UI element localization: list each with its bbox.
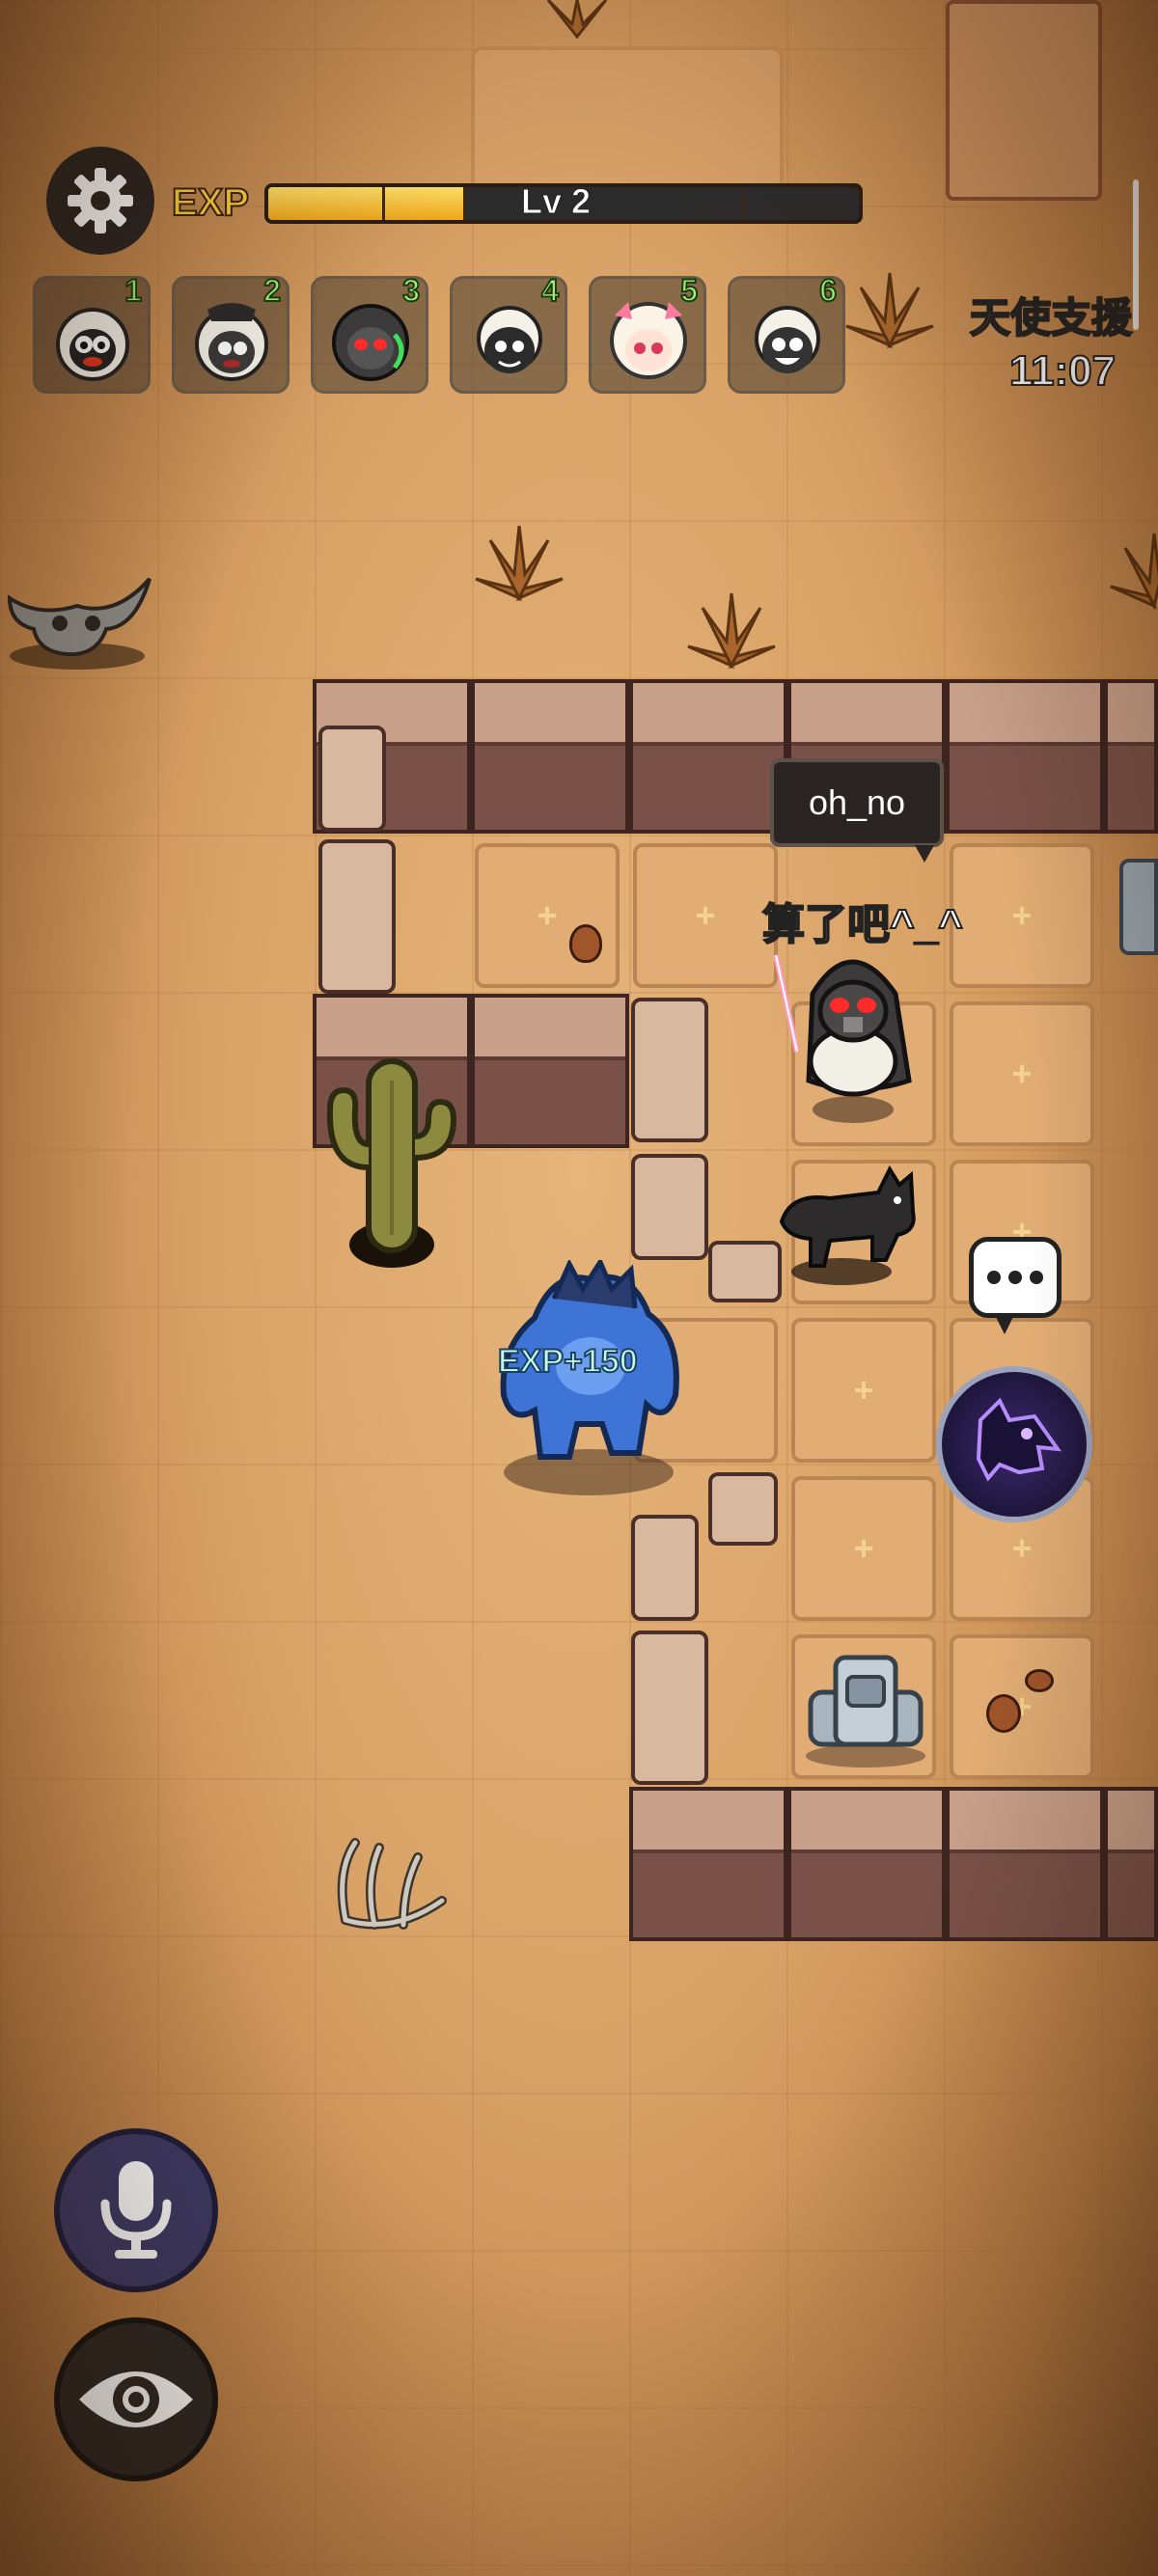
- exp-bar-fill: [268, 187, 463, 220]
- slot-number: 6: [818, 272, 838, 309]
- wall-block: [471, 994, 629, 1148]
- exp-bar-divider: [741, 187, 744, 220]
- wall-stone: [318, 726, 386, 832]
- angel-support-title: 天使支援: [969, 294, 1133, 342]
- player-slot-3[interactable]: 3: [311, 272, 428, 394]
- top-floor-tiles: [471, 46, 784, 201]
- exp-bar-divider: [463, 187, 466, 220]
- angel-support-timer: 11:07: [1008, 346, 1117, 396]
- masked-sheep-avatar: [195, 303, 268, 381]
- dot: [1008, 1271, 1022, 1284]
- build-tile[interactable]: +: [950, 1634, 1094, 1779]
- wall-block: [1104, 679, 1158, 834]
- microphone-icon: [100, 2161, 172, 2259]
- pink-sheep-avatar: [610, 302, 687, 379]
- wall-block: [946, 679, 1104, 834]
- player-slot-5[interactable]: 5: [589, 272, 706, 394]
- dry-plant-decoration: [687, 592, 776, 670]
- level-label: Lv 2: [520, 181, 592, 222]
- eye-icon: [79, 2371, 193, 2427]
- skull-decoration: [7, 577, 152, 670]
- wall-stone: [631, 1631, 708, 1785]
- build-tile[interactable]: +: [791, 1476, 936, 1621]
- plus-icon: +: [1011, 895, 1033, 935]
- cactus: [326, 1058, 457, 1268]
- dot: [1030, 1271, 1043, 1284]
- dot: [987, 1271, 1001, 1284]
- exp-label: EXP: [171, 180, 250, 225]
- slot-number: 2: [262, 272, 282, 309]
- dry-plant-decoration: [1110, 533, 1158, 611]
- build-tile[interactable]: +: [950, 843, 1094, 988]
- plus-icon: +: [695, 895, 716, 935]
- wall-block: [946, 1787, 1104, 1941]
- scrollbar[interactable]: [1133, 179, 1139, 330]
- slot-number: 1: [124, 272, 143, 309]
- pebble-decoration: [1025, 1669, 1054, 1692]
- slot-number: 4: [540, 272, 560, 309]
- black-wolf-character: [779, 1165, 916, 1285]
- wall-stone: [318, 839, 396, 994]
- plus-icon: +: [537, 895, 558, 935]
- plus-icon: +: [1011, 1054, 1033, 1093]
- dry-plant-decoration: [845, 272, 934, 349]
- settings-button[interactable]: [46, 147, 154, 255]
- pebble-decoration: [986, 1694, 1021, 1733]
- wall-stone: [708, 1241, 782, 1302]
- slot-number: 5: [679, 272, 699, 309]
- wall-block: [629, 1787, 787, 1941]
- wall-stone: [631, 1154, 708, 1260]
- blue-werewolf-character: [500, 1260, 679, 1495]
- tower-partial: [1119, 859, 1158, 955]
- build-tile[interactable]: +: [950, 1001, 1094, 1146]
- top-right-floor: [946, 0, 1102, 201]
- slot-number: 3: [401, 272, 421, 309]
- player-slot-6[interactable]: 6: [728, 272, 845, 394]
- player-slot-4[interactable]: 4: [450, 272, 567, 394]
- reaper-sheep-character: [773, 954, 912, 1123]
- plus-icon: +: [1011, 1528, 1033, 1568]
- exp-gain-text: EXP+150: [497, 1342, 639, 1381]
- player-slot-2[interactable]: 2: [172, 272, 290, 394]
- wall-block: [471, 679, 629, 834]
- wall-stone: [631, 1515, 699, 1621]
- stone-tower: [806, 1655, 925, 1768]
- wall-stone: [631, 998, 708, 1142]
- gear-icon: [68, 168, 133, 233]
- wall-stone: [708, 1472, 778, 1546]
- white-sheep-avatar: [56, 308, 129, 381]
- bones-decoration: [337, 1838, 447, 1930]
- wolf-skill-button[interactable]: [936, 1366, 1092, 1522]
- pebble-decoration: [569, 924, 602, 963]
- wall-block: [629, 679, 787, 834]
- player-speech: 算了吧^_^: [761, 900, 964, 949]
- build-tile[interactable]: +: [475, 843, 620, 988]
- player-slot-1[interactable]: 1: [33, 272, 151, 394]
- reaper-sheep-avatar: [332, 304, 409, 381]
- view-button[interactable]: [54, 2317, 218, 2481]
- wolf-skill-icon: [976, 1397, 1062, 1482]
- wall-block: [1104, 1787, 1158, 1941]
- plus-icon: +: [853, 1528, 874, 1568]
- plus-icon: +: [853, 1370, 874, 1410]
- build-tile[interactable]: +: [633, 843, 778, 988]
- black-sheep-avatar: [477, 306, 542, 373]
- microphone-button[interactable]: [54, 2128, 218, 2292]
- grey-sheep-avatar: [755, 306, 820, 373]
- dry-plant-decoration: [475, 525, 564, 602]
- exp-bar-divider: [382, 187, 385, 220]
- wall-block: [787, 1787, 946, 1941]
- dry-plant-decoration: [546, 0, 608, 39]
- chat-bubble-icon[interactable]: [969, 1237, 1062, 1334]
- build-tile[interactable]: +: [791, 1318, 936, 1463]
- player-nametag: oh_no: [770, 758, 944, 863]
